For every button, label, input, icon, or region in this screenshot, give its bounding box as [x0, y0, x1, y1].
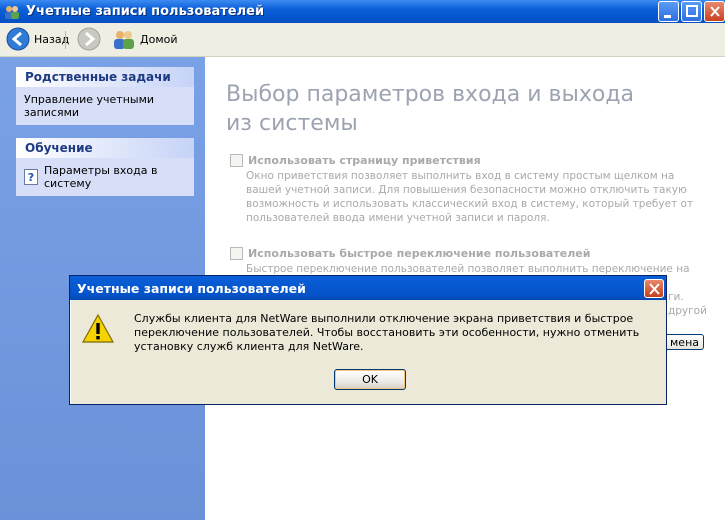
task-manage-accounts-label: Управление учетными записями: [24, 93, 155, 119]
related-tasks-header[interactable]: Родственные задачи: [16, 67, 194, 87]
users-icon: [5, 6, 19, 19]
task-logon-options-label: Параметры входа в систему: [44, 164, 158, 190]
ok-button[interactable]: OK: [334, 369, 406, 390]
maximize-button[interactable]: [681, 1, 702, 22]
back-button[interactable]: Назад: [6, 27, 69, 51]
learn-header[interactable]: Обучение: [16, 138, 194, 158]
fast-switching-label[interactable]: Использовать быстрое переключение пользо…: [248, 247, 590, 260]
related-tasks-body: Управление учетными записями: [16, 87, 194, 125]
dialog-titlebar: Учетные записи пользователей: [70, 276, 666, 300]
maximize-icon: [686, 5, 698, 17]
dialog-close-button[interactable]: [644, 279, 664, 298]
forward-button[interactable]: [77, 27, 101, 51]
welcome-screen-description: Окно приветствия позволяет выполнить вхо…: [246, 170, 694, 224]
forward-arrow-icon: [77, 27, 101, 51]
dialog-title: Учетные записи пользователей: [77, 281, 306, 296]
users-home-icon: [114, 31, 134, 49]
home-label: Домой: [140, 32, 178, 46]
close-icon: [710, 6, 720, 17]
minimize-icon: [664, 15, 671, 18]
message-dialog: Учетные записи пользователей Службы клие…: [69, 275, 667, 405]
toolbar-separator: [65, 31, 66, 49]
back-label: Назад: [34, 32, 70, 46]
back-arrow-icon: [6, 27, 30, 51]
learn-body: ? Параметры входа в систему: [16, 158, 194, 196]
related-tasks-panel: Родственные задачи Управление учетными з…: [16, 67, 194, 125]
home-button[interactable]: Домой: [112, 27, 178, 51]
minimize-button[interactable]: [658, 1, 679, 22]
fast-switching-description-tail1: другой: [668, 305, 707, 317]
toolbar: Назад Домой: [0, 23, 725, 57]
svg-text:?: ?: [28, 171, 34, 184]
fast-switching-description-tail2: ги.: [668, 291, 684, 303]
page-title: Выбор параметров входа и выхода из систе…: [226, 82, 635, 136]
welcome-screen-label[interactable]: Использовать страницу приветствия: [248, 154, 481, 167]
welcome-screen-checkbox[interactable]: [230, 154, 243, 167]
window-title: Учетные записи пользователей: [26, 4, 265, 19]
help-icon: ?: [24, 169, 38, 185]
fast-switching-checkbox[interactable]: [230, 247, 243, 260]
welcome-screen-option: Использовать страницу приветствия Окно п…: [230, 154, 700, 225]
close-button[interactable]: [704, 1, 725, 22]
learn-panel: Обучение ? Параметры входа в систему: [16, 138, 194, 196]
task-manage-accounts[interactable]: Управление учетными записями: [24, 93, 188, 119]
window-titlebar: Учетные записи пользователей: [0, 0, 725, 23]
warning-icon: [82, 313, 114, 343]
dialog-message: Службы клиента для NetWare выполнили отк…: [134, 312, 640, 353]
close-icon: [649, 283, 660, 295]
task-logon-options[interactable]: ? Параметры входа в систему: [24, 164, 188, 190]
